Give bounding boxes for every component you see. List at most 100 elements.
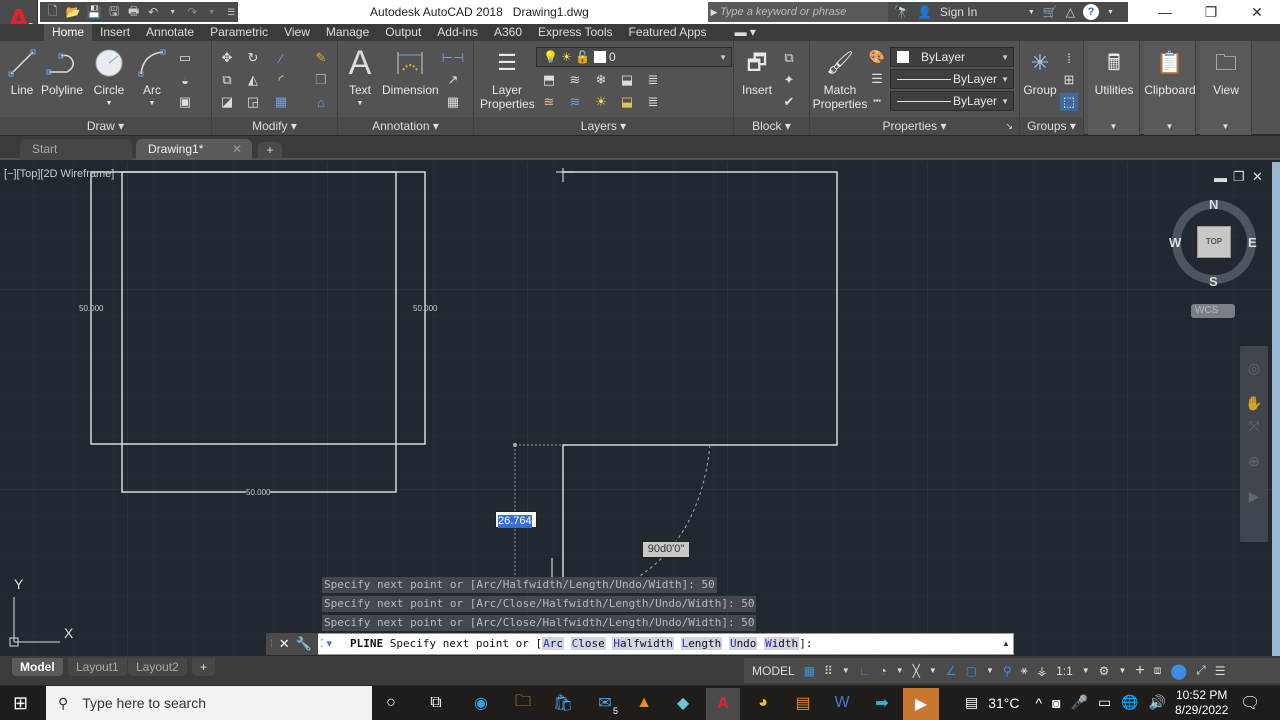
auto-scale-icon[interactable]: ⚹ — [1021, 663, 1028, 678]
option-close[interactable]: Close — [570, 637, 606, 650]
annotation-scale-value[interactable]: 1:1 — [1056, 664, 1073, 678]
compass-east[interactable]: E — [1248, 235, 1257, 250]
offset-icon[interactable]: ⌂ — [312, 93, 330, 111]
ribbon-tab-addins[interactable]: Add-ins — [429, 24, 486, 41]
lineweight-dropdown[interactable]: ByLayer ▼ — [890, 69, 1014, 89]
ribbon-minimize-toggle[interactable]: ▬ ▾ — [727, 24, 764, 41]
viewport-controls-label[interactable]: [−][Top][2D Wireframe] — [4, 168, 114, 180]
chrome-icon[interactable]: ◕ — [750, 690, 776, 716]
ribbon-tab-express-tools[interactable]: Express Tools — [530, 24, 620, 41]
annotation-panel-title[interactable]: Annotation ▾ — [338, 117, 473, 135]
mail-icon[interactable]: ✉ 5 — [592, 690, 618, 716]
edge-icon[interactable]: ◉ — [468, 690, 494, 716]
scale-icon[interactable]: ◲ — [244, 93, 262, 111]
ribbon-tab-insert[interactable]: Insert — [92, 24, 138, 41]
close-command-line-icon[interactable]: ✕ — [279, 636, 290, 652]
group-button[interactable]: ✳ Group — [1022, 47, 1058, 98]
word-icon[interactable]: W — [829, 690, 855, 716]
taskbar-search-input[interactable]: Type here to search — [82, 695, 206, 711]
open-icon[interactable]: 📂 — [66, 5, 81, 19]
annotation-visibility-icon[interactable]: ⚲ — [1003, 664, 1012, 678]
steering-wheel-icon[interactable]: ◎ — [1240, 360, 1268, 377]
network-icon[interactable]: 🌐 — [1121, 694, 1138, 711]
hatch-icon[interactable]: ◒ — [176, 71, 194, 89]
undo-icon[interactable]: ↶ — [146, 5, 160, 19]
ribbon-tab-parametric[interactable]: Parametric — [202, 24, 276, 41]
arc-dropdown-icon[interactable]: ▼ — [136, 97, 168, 111]
arc-button[interactable]: Arc ▼ — [136, 47, 168, 111]
option-arc[interactable]: Arc — [542, 637, 564, 650]
compass-south[interactable]: S — [1209, 274, 1218, 289]
redo-dropdown-icon[interactable]: ▼ — [205, 9, 219, 16]
copy-icon[interactable]: ⧉ — [218, 71, 236, 89]
viewcube-top-face[interactable]: TOP — [1197, 226, 1231, 258]
ribbon-tab-featured-apps[interactable]: Featured Apps — [621, 24, 715, 41]
osnap-dropdown-icon[interactable]: ▼ — [986, 666, 994, 675]
file-explorer-icon[interactable]: 🗀 — [510, 690, 536, 716]
option-length[interactable]: Length — [680, 637, 723, 650]
cart-icon[interactable]: 🛒 — [1043, 5, 1058, 19]
wcs-menu[interactable]: WCS — [1191, 304, 1235, 318]
undo-dropdown-icon[interactable]: ▼ — [166, 9, 180, 16]
ribbon-tab-a360[interactable]: A360 — [486, 24, 530, 41]
minimize-button[interactable]: — — [1142, 0, 1188, 24]
app-icon[interactable]: ◆ — [670, 690, 696, 716]
polar-tracking-icon[interactable]: ◔ — [880, 664, 887, 678]
new-icon[interactable]: 🗋 — [46, 2, 60, 23]
group-selection-toggle-icon[interactable]: ⬚ — [1060, 93, 1078, 111]
windows-start-icon[interactable]: ⊞ — [13, 693, 28, 714]
viewport-minimize-icon[interactable]: ▬ — [1214, 170, 1227, 185]
snap-dropdown-icon[interactable]: ▼ — [842, 666, 850, 675]
text-dropdown-icon[interactable]: ▼ — [346, 97, 374, 111]
ribbon-tab-view[interactable]: View — [276, 24, 318, 41]
restore-button[interactable]: ❐ — [1188, 0, 1234, 24]
weather-temp[interactable]: 31°C — [988, 695, 1019, 711]
help-search-input[interactable]: Type a keyword or phrase — [720, 6, 846, 18]
stretch-icon[interactable]: ◪ — [218, 93, 236, 111]
grip-handle-icon[interactable]: ⁞ — [270, 639, 273, 650]
line-button[interactable]: Line — [6, 47, 38, 97]
option-halfwidth[interactable]: Halfwidth — [612, 637, 674, 650]
autocad-taskbar-icon[interactable]: A — [706, 688, 740, 720]
explode-icon[interactable]: ❒ — [312, 71, 330, 89]
layers-panel-title[interactable]: Layers ▾ — [474, 117, 733, 135]
grid-display-icon[interactable]: ▦ — [804, 664, 815, 678]
ribbon-tab-manage[interactable]: Manage — [318, 24, 377, 41]
layer-delete-icon[interactable]: ≣ — [644, 93, 662, 111]
move-icon[interactable]: ✥ — [218, 49, 236, 67]
circle-dropdown-icon[interactable]: ▼ — [90, 97, 128, 111]
customize-qat-icon[interactable]: ☰ — [225, 7, 239, 18]
option-width[interactable]: Width — [764, 637, 800, 650]
clipboard-panel[interactable]: 📋 Clipboard ▼ — [1144, 41, 1196, 135]
groups-panel-title[interactable]: Groups ▾ — [1020, 117, 1083, 135]
show-hidden-icons[interactable]: ^ — [1036, 695, 1043, 711]
save-icon[interactable]: 💾 — [86, 5, 101, 19]
command-prompt[interactable]: PLINE Specify next point or [Arc Close H… — [350, 637, 812, 650]
mirror-icon[interactable]: ◭ — [244, 71, 262, 89]
layout-tab-layout1[interactable]: Layout1 — [68, 658, 127, 676]
layer-dropdown[interactable]: 💡 ☀ 🔓 0 ▼ — [536, 47, 732, 67]
polar-dropdown-icon[interactable]: ▼ — [896, 666, 904, 675]
trim-icon[interactable]: ⁄ — [272, 49, 290, 67]
group-edit-icon[interactable]: ⊞ — [1060, 71, 1078, 89]
isolate-objects-icon[interactable]: ⧈ — [1154, 663, 1162, 678]
view-button[interactable]: 🗀 View — [1200, 47, 1252, 98]
layer-lock-icon[interactable]: ⬓ — [618, 71, 636, 89]
microphone-icon[interactable]: 🎤 — [1071, 694, 1088, 711]
layout-tab-layout2[interactable]: Layout2 — [128, 658, 187, 676]
linear-dimension-icon[interactable]: ⊢⊣ — [442, 49, 465, 67]
object-snap-icon[interactable]: ▢ — [966, 664, 977, 678]
compass-north[interactable]: N — [1209, 197, 1218, 212]
annotation-monitor-icon[interactable]: + — [1135, 662, 1144, 680]
customize-wrench-icon[interactable]: 🔧 — [296, 636, 312, 652]
fillet-icon[interactable]: ◜ — [272, 71, 290, 89]
dimension-button[interactable]: Dimension — [382, 47, 439, 97]
new-tab-button[interactable]: + — [258, 142, 282, 158]
layer-previous-icon[interactable]: ≋ — [566, 93, 584, 111]
linetype-dropdown[interactable]: ByLayer ▼ — [890, 91, 1014, 111]
clipboard-button[interactable]: 📋 Clipboard — [1144, 47, 1196, 98]
store-icon[interactable]: 🛍 — [550, 690, 576, 716]
camera-icon[interactable]: ◙ — [1052, 695, 1060, 711]
insert-button[interactable]: 🗗 Insert — [738, 47, 776, 98]
zoom-extents-icon[interactable]: ⤧ — [1240, 418, 1268, 435]
